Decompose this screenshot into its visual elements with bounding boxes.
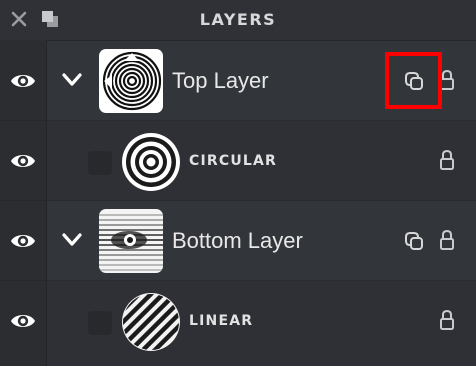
mask-row-circular[interactable]: CIRCULAR	[0, 121, 476, 201]
panel-title: LAYERS	[199, 10, 277, 29]
bottom-layer-thumbnail[interactable]	[99, 209, 163, 273]
layer-name[interactable]: Top Layer	[172, 41, 269, 121]
eye-icon[interactable]	[10, 231, 36, 251]
circular-mask-thumbnail[interactable]	[121, 132, 181, 192]
layer-name[interactable]: Bottom Layer	[172, 201, 303, 281]
panel-header: LAYERS	[0, 0, 476, 41]
layer-row-bottom[interactable]: Bottom Layer	[0, 201, 476, 281]
mask-row-linear[interactable]: LINEAR	[0, 281, 476, 366]
mask-name[interactable]: CIRCULAR	[189, 121, 277, 201]
top-layer-thumbnail[interactable]	[99, 49, 163, 113]
eye-icon[interactable]	[10, 71, 36, 91]
mask-placeholder	[88, 151, 112, 175]
eye-icon[interactable]	[10, 311, 36, 331]
mask-placeholder	[88, 311, 112, 335]
chevron-down-icon[interactable]	[62, 232, 82, 248]
lock-icon[interactable]	[439, 309, 455, 331]
lock-icon[interactable]	[439, 149, 455, 171]
eye-icon[interactable]	[10, 151, 36, 171]
linear-mask-thumbnail[interactable]	[121, 292, 181, 352]
highlight-box	[385, 52, 442, 109]
linked-masks-icon[interactable]	[403, 230, 425, 252]
mask-name[interactable]: LINEAR	[189, 281, 253, 361]
lock-icon[interactable]	[439, 229, 455, 251]
chevron-down-icon[interactable]	[62, 72, 82, 88]
